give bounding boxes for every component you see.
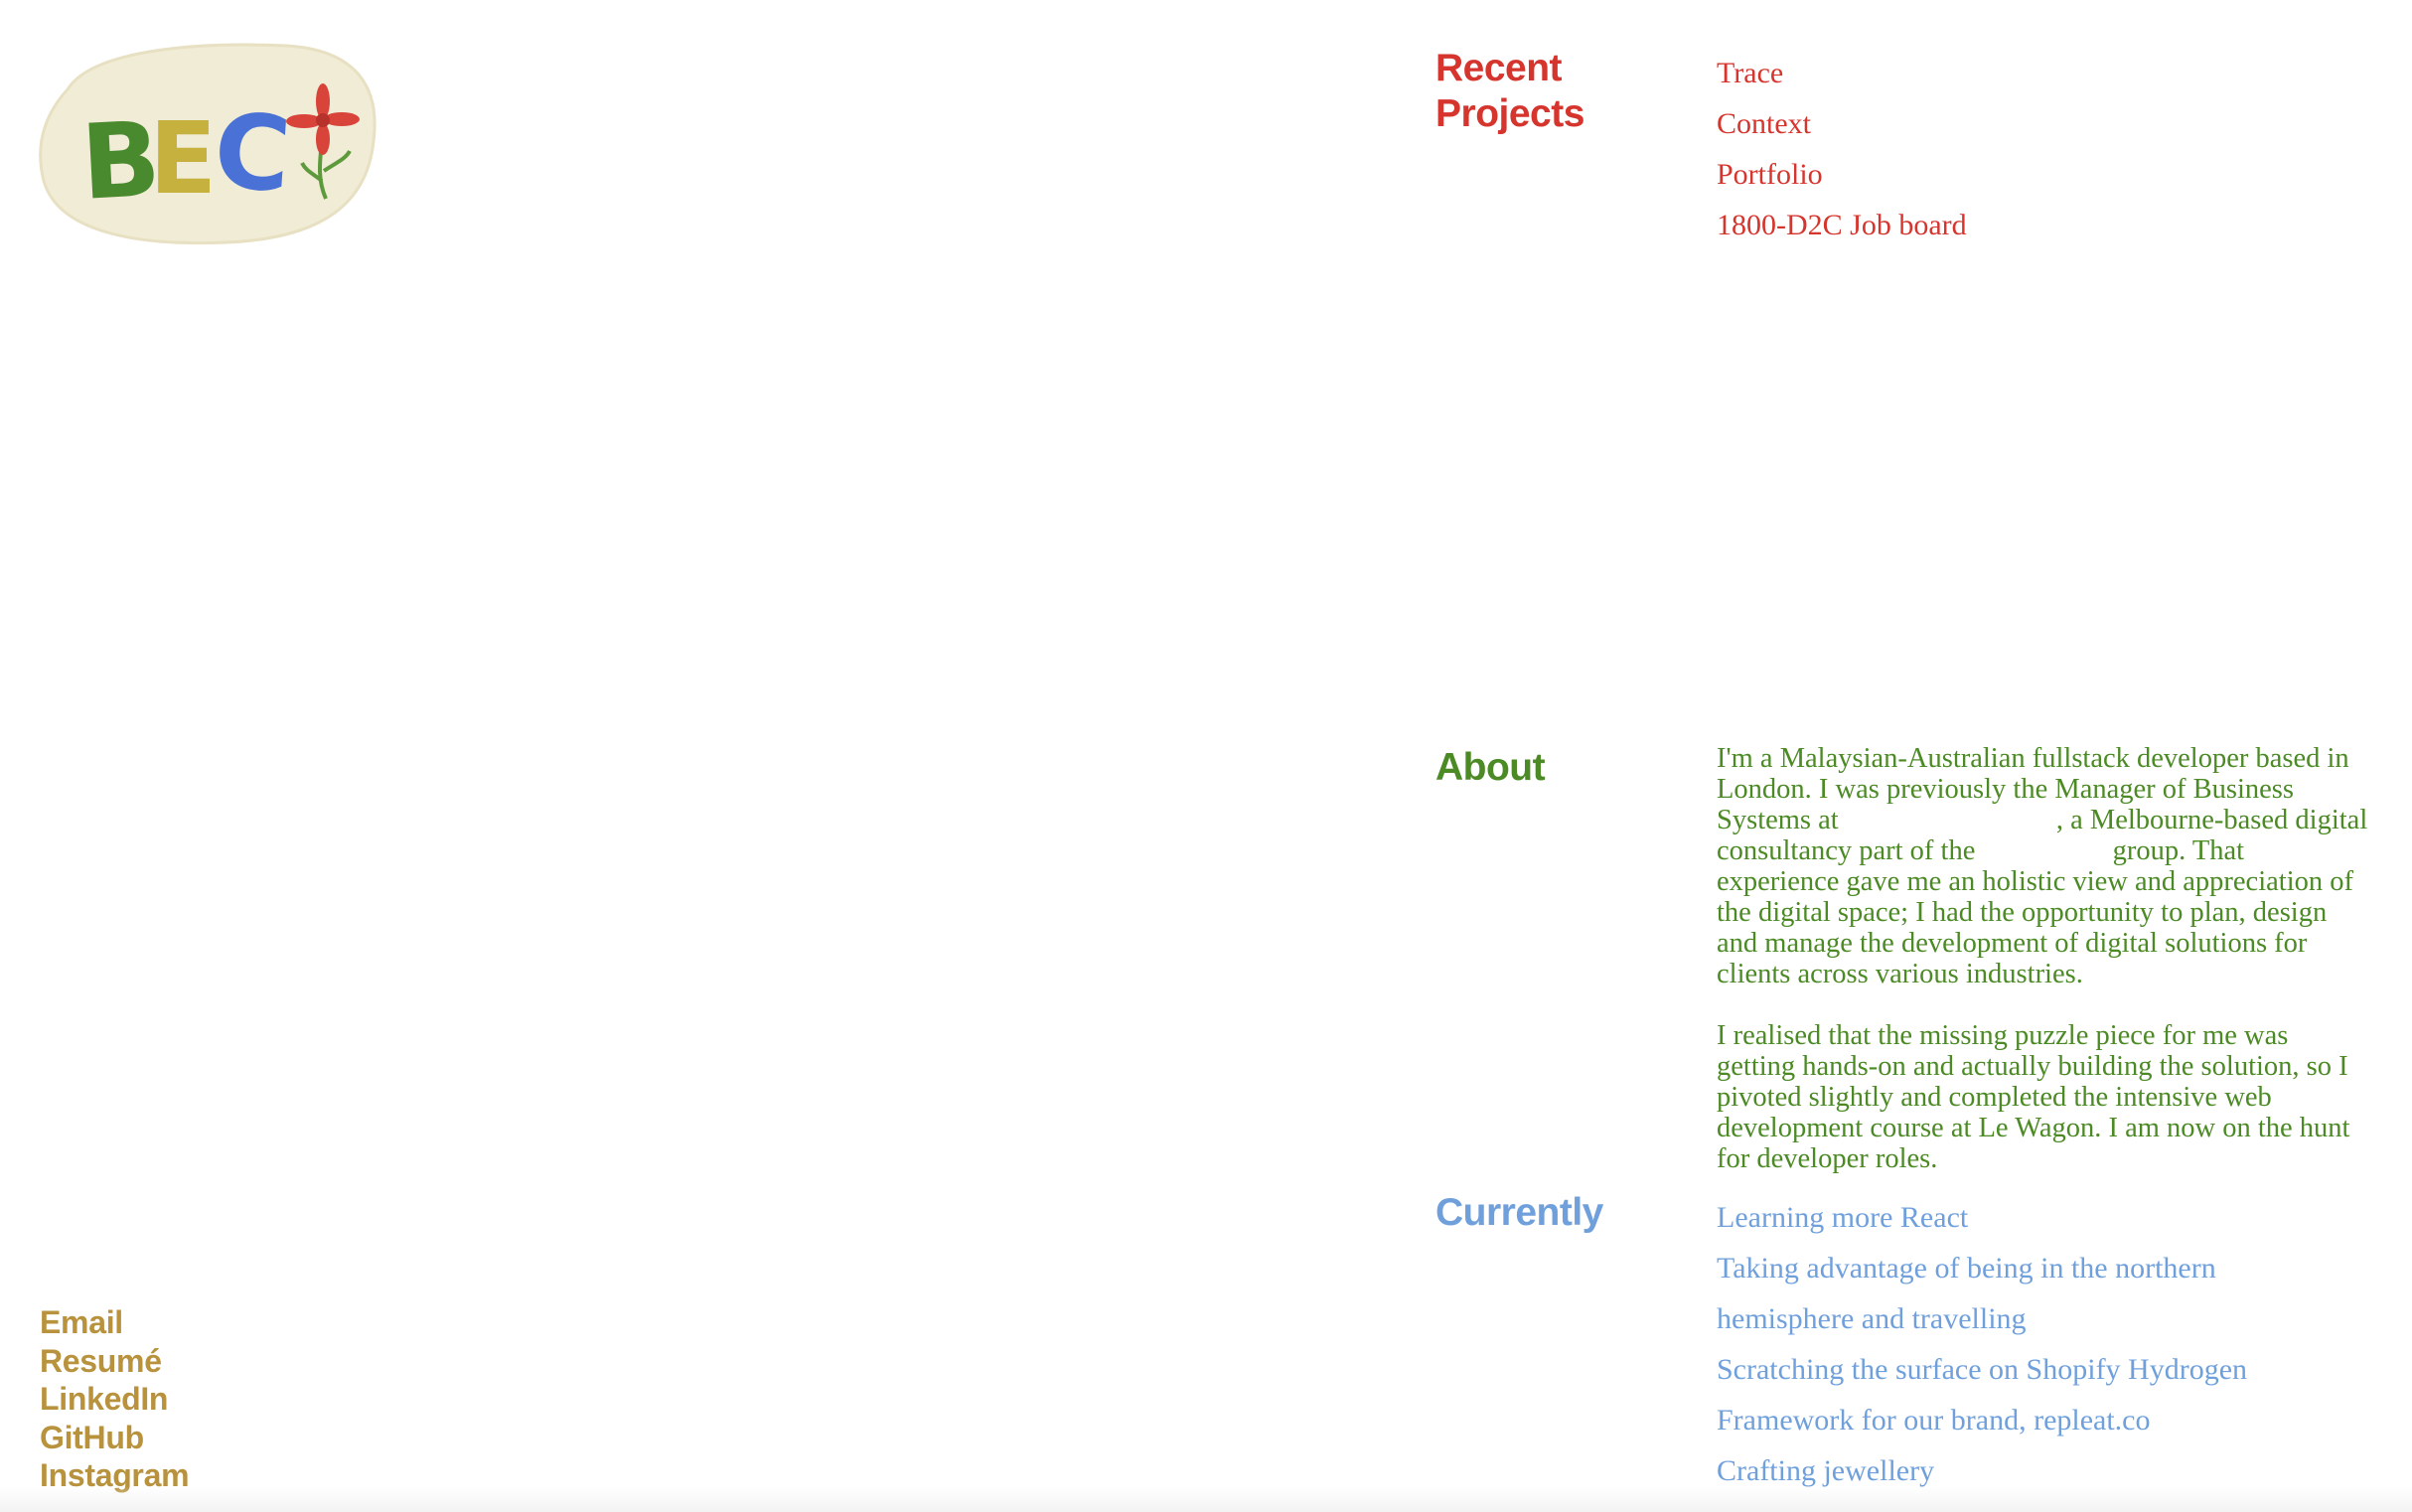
resume-link[interactable]: Resumé — [40, 1342, 437, 1381]
bottom-edge-shadow — [0, 1486, 2412, 1512]
project-link-portfolio[interactable]: Portfolio — [1717, 158, 1823, 191]
logo-letter-e: E — [149, 100, 217, 217]
currently-item: Framework for our brand, repleat.co — [1717, 1404, 2151, 1436]
project-link-job-board[interactable]: 1800-D2C Job board — [1717, 209, 1967, 241]
currently-item: Scratching the surface on Shopify Hydrog… — [1717, 1353, 2248, 1386]
email-link[interactable]: Email — [40, 1303, 437, 1342]
recent-projects-heading: Recent Projects — [1435, 47, 1584, 135]
currently-heading: Currently — [1435, 1191, 1603, 1234]
currently-item: Taking advantage of being in the norther… — [1717, 1252, 2216, 1285]
currently-item: Learning more React — [1717, 1201, 1969, 1234]
project-item[interactable]: Portfolio — [1717, 149, 1967, 200]
github-link[interactable]: GitHub — [40, 1419, 437, 1457]
currently-list: Learning more React Taking advantage of … — [1717, 1192, 2247, 1496]
project-link-trace[interactable]: Trace — [1717, 57, 1783, 89]
about-text: I'm a Malaysian-Australian fullstack dev… — [1717, 743, 2372, 1205]
bec-logo[interactable]: B E C — [38, 32, 377, 245]
projects-list: Trace Context Portfolio 1800-D2C Job boa… — [1717, 48, 1967, 250]
currently-item: hemisphere and travelling — [1717, 1302, 2027, 1335]
social-links: Email Resumé LinkedIn GitHub Instagram — [40, 1303, 437, 1495]
about-heading: About — [1435, 746, 1546, 789]
linkedin-link[interactable]: LinkedIn — [40, 1380, 437, 1419]
project-item[interactable]: Context — [1717, 98, 1967, 149]
project-item[interactable]: Trace — [1717, 48, 1967, 98]
project-item[interactable]: 1800-D2C Job board — [1717, 200, 1967, 250]
about-paragraph-1: I'm a Malaysian-Australian fullstack dev… — [1717, 743, 2368, 989]
redacted-group-name — [1982, 840, 2106, 865]
logo-letter-c: C — [211, 89, 295, 216]
project-link-context[interactable]: Context — [1717, 107, 1811, 140]
redacted-company-name — [1845, 810, 2056, 834]
about-paragraph-2: I realised that the missing puzzle piece… — [1717, 1020, 2350, 1174]
